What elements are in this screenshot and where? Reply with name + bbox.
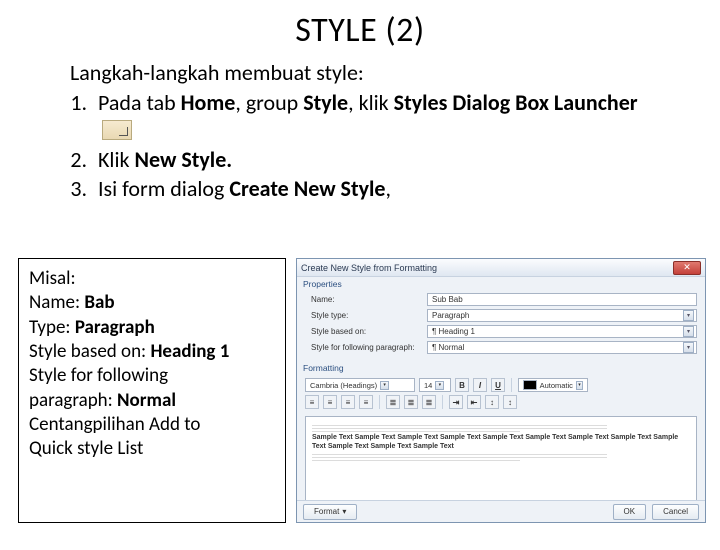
chevron-down-icon[interactable]: ▾ <box>683 326 694 337</box>
example-line: paragraph: Normal <box>29 389 275 413</box>
format-button[interactable]: Format ▾ <box>303 504 357 520</box>
dialog-footer: Format ▾ OK Cancel <box>297 500 705 522</box>
steps-list: Pada tab Home, group Style, klik Styles … <box>92 89 660 203</box>
chevron-down-icon: ▾ <box>435 381 444 390</box>
dialog-title: Create New Style from Formatting <box>301 263 437 273</box>
example-line: Style for following <box>29 364 275 388</box>
bold-button[interactable]: B <box>455 378 469 392</box>
indent-inc-button[interactable]: ⇥ <box>449 395 463 409</box>
align-right-button[interactable]: ≡ <box>341 395 355 409</box>
following-field[interactable]: ¶ Normal▾ <box>427 341 697 354</box>
create-style-dialog: Create New Style from Formatting ✕ Prope… <box>296 258 706 523</box>
align-center-button[interactable]: ≡ <box>323 395 337 409</box>
type-label: Style type: <box>311 311 421 320</box>
name-label: Name: <box>311 295 421 304</box>
close-icon[interactable]: ✕ <box>673 261 701 275</box>
dialog-titlebar: Create New Style from Formatting ✕ <box>297 259 705 277</box>
dialog-launcher-icon <box>102 120 132 140</box>
name-field[interactable]: Sub Bab <box>427 293 697 306</box>
following-label: Style for following paragraph: <box>311 343 421 352</box>
steps-block: Langkah-langkah membuat style: Pada tab … <box>70 59 660 203</box>
example-line: Name: Bab <box>29 291 275 315</box>
intro-text: Langkah-langkah membuat style: <box>70 59 660 87</box>
formatting-toolbar-2: ≡ ≡ ≡ ≡ ≣ ≣ ≣ ⇥ ⇤ ↕ ↕ <box>297 395 705 412</box>
align-left-button[interactable]: ≡ <box>305 395 319 409</box>
linespacing-2-button[interactable]: ≣ <box>404 395 418 409</box>
page-title: STYLE (2) <box>0 10 720 51</box>
chevron-down-icon: ▾ <box>576 381 583 390</box>
step-3: Isi form dialog Create New Style, <box>92 175 660 203</box>
section-properties: Properties <box>297 277 705 291</box>
chevron-down-icon: ▾ <box>342 507 346 516</box>
section-formatting: Formatting <box>297 361 705 375</box>
chevron-down-icon[interactable]: ▾ <box>683 310 694 321</box>
spacing-inc-button[interactable]: ↕ <box>485 395 499 409</box>
example-line: Centangpilihan Add to <box>29 413 275 437</box>
spacing-dec-button[interactable]: ↕ <box>503 395 517 409</box>
step-1: Pada tab Home, group Style, klik Styles … <box>92 89 660 144</box>
font-size-select[interactable]: 14▾ <box>419 378 451 392</box>
basedon-field[interactable]: ¶ Heading 1▾ <box>427 325 697 338</box>
formatting-toolbar: Cambria (Headings)▾ 14▾ B I U Automatic▾ <box>297 375 705 395</box>
linespacing-1-button[interactable]: ≣ <box>386 395 400 409</box>
example-line: Misal: <box>29 267 275 291</box>
chevron-down-icon: ▾ <box>380 381 389 390</box>
example-box: Misal: Name: Bab Type: Paragraph Style b… <box>18 258 286 523</box>
example-line: Type: Paragraph <box>29 316 275 340</box>
chevron-down-icon[interactable]: ▾ <box>683 342 694 353</box>
example-line: Style based on: Heading 1 <box>29 340 275 364</box>
cancel-button[interactable]: Cancel <box>652 504 699 520</box>
sample-text: Sample Text Sample Text Sample Text Samp… <box>312 434 690 452</box>
ok-button[interactable]: OK <box>613 504 647 520</box>
example-line: Quick style List <box>29 437 275 461</box>
align-justify-button[interactable]: ≡ <box>359 395 373 409</box>
indent-dec-button[interactable]: ⇤ <box>467 395 481 409</box>
basedon-label: Style based on: <box>311 327 421 336</box>
italic-button[interactable]: I <box>473 378 487 392</box>
step-2: Klik New Style. <box>92 146 660 174</box>
font-name-select[interactable]: Cambria (Headings)▾ <box>305 378 415 392</box>
underline-button[interactable]: U <box>491 378 505 392</box>
color-select[interactable]: Automatic▾ <box>518 378 588 392</box>
preview-pane: Sample Text Sample Text Sample Text Samp… <box>305 416 697 502</box>
linespacing-3-button[interactable]: ≣ <box>422 395 436 409</box>
type-field[interactable]: Paragraph▾ <box>427 309 697 322</box>
